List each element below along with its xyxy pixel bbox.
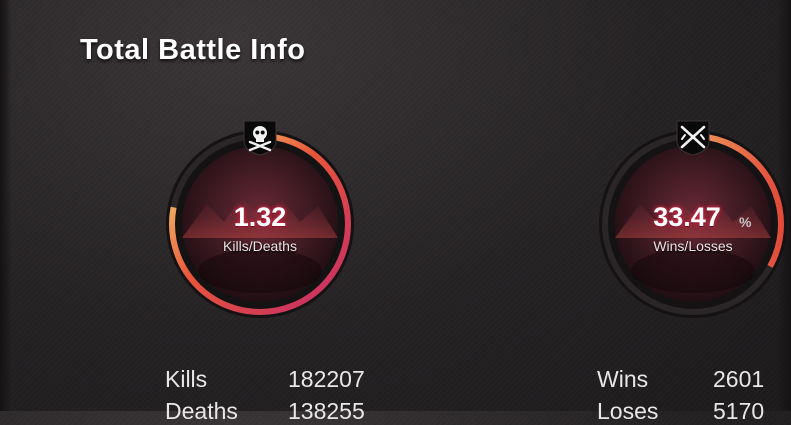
wl-value: 33.47 (653, 202, 721, 232)
stat-value: 2601 (713, 366, 765, 392)
stat-label: Deaths (165, 398, 238, 424)
stat-value: 182207 (288, 366, 365, 392)
page-title: Total Battle Info (80, 34, 306, 66)
wl-unit: % (739, 214, 752, 230)
panel-edge (0, 0, 12, 411)
stat-value: 138255 (288, 398, 365, 424)
kd-label: Kills/Deaths (223, 238, 297, 254)
stat-label: Loses (597, 398, 659, 424)
kd-value: 1.32 (233, 202, 287, 232)
skull-crossbones-icon (240, 117, 280, 157)
crossed-rifles-icon (673, 117, 713, 157)
stat-label: Wins (597, 366, 649, 392)
wl-label: Wins/Losses (653, 238, 733, 254)
stat-label: Kills (165, 366, 208, 392)
stat-value: 5170 (713, 398, 765, 424)
